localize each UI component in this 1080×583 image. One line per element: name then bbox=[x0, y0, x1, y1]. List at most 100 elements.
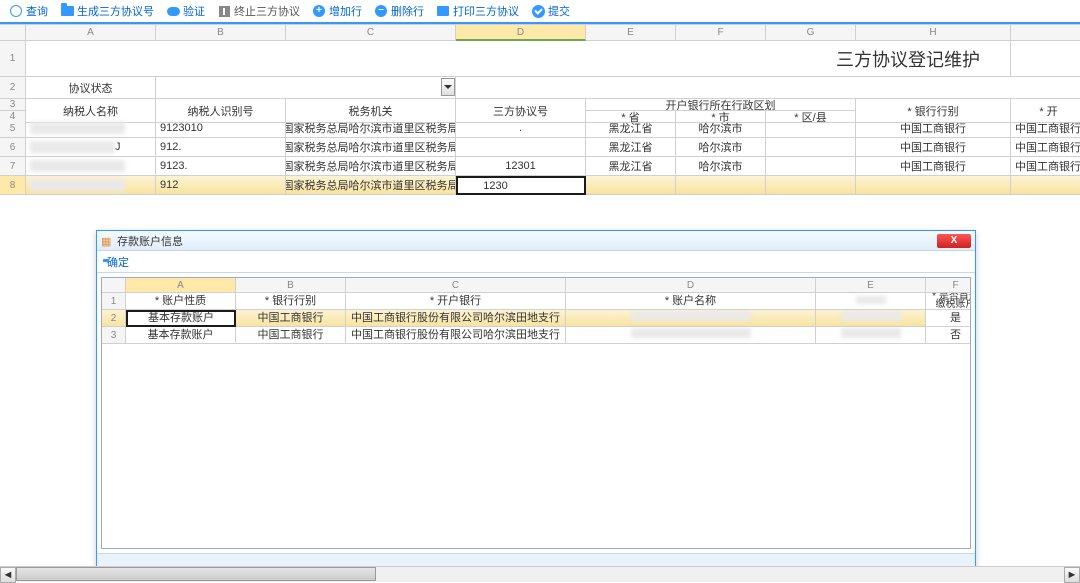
scroll-right-button[interactable]: ► bbox=[1064, 567, 1080, 583]
modal-row-header[interactable]: 2 bbox=[102, 310, 126, 327]
cell-district[interactable] bbox=[766, 157, 856, 176]
row-header[interactable]: 5 bbox=[0, 119, 26, 138]
cell-bank-type[interactable]: 中国工商银行 bbox=[856, 138, 1011, 157]
col-header[interactable]: B bbox=[156, 25, 286, 41]
cell-bank-type[interactable] bbox=[856, 176, 1011, 195]
cell-tax-authority[interactable]: 国家税务总局哈尔滨市道里区税务局 bbox=[286, 176, 456, 195]
mcell-no[interactable] bbox=[816, 327, 926, 344]
verify-button[interactable]: 验证 bbox=[161, 3, 210, 19]
col-header[interactable]: G bbox=[766, 25, 856, 41]
cell-tax-authority[interactable]: 国家税务总局哈尔滨市道里区税务局 bbox=[286, 157, 456, 176]
cell-taxpayer-id[interactable]: 912 bbox=[156, 176, 286, 195]
cell-open[interactable]: 中国工商银行 bbox=[1011, 157, 1080, 176]
cell-district[interactable] bbox=[766, 176, 856, 195]
cell-province[interactable]: 黑龙江省 bbox=[586, 138, 676, 157]
cell-open[interactable]: 中国工商银行 bbox=[1011, 138, 1080, 157]
modal-col-header[interactable]: D bbox=[566, 278, 816, 293]
dialog-title: 存款账户信息 bbox=[117, 233, 183, 249]
confirm-button[interactable]: 确定 bbox=[107, 254, 129, 270]
modal-corner[interactable] bbox=[102, 278, 126, 293]
scroll-thumb[interactable] bbox=[16, 567, 376, 581]
modal-col-header[interactable]: E bbox=[816, 278, 926, 293]
terminate-button[interactable]: 终止三方协议 bbox=[212, 3, 305, 19]
cell-agreement-no[interactable] bbox=[456, 138, 586, 157]
mcell-pref[interactable]: 否 bbox=[926, 327, 971, 344]
select-all-corner[interactable] bbox=[0, 25, 26, 41]
mcell-btype[interactable]: 中国工商银行 bbox=[236, 310, 346, 327]
col-header[interactable]: H bbox=[856, 25, 1011, 41]
cell-taxpayer-name[interactable] bbox=[26, 157, 156, 176]
cell-bank-type[interactable]: 中国工商银行 bbox=[856, 157, 1011, 176]
dialog-titlebar[interactable]: ▦ 存款账户信息 X bbox=[97, 231, 975, 251]
cell-district[interactable] bbox=[766, 119, 856, 138]
delete-row-button[interactable]: –删除行 bbox=[369, 3, 429, 19]
mcell-name[interactable] bbox=[566, 327, 816, 344]
cell-agreement-no[interactable]: 1230 bbox=[456, 176, 586, 195]
modal-row-header[interactable]: 3 bbox=[102, 327, 126, 344]
modal-row-header[interactable]: 1 bbox=[102, 293, 126, 310]
cell-province[interactable]: 黑龙江省 bbox=[586, 157, 676, 176]
refresh-icon bbox=[9, 4, 23, 18]
cell-city[interactable]: 哈尔滨市 bbox=[676, 138, 766, 157]
col-header[interactable] bbox=[1011, 25, 1080, 41]
mcell-name[interactable] bbox=[566, 310, 816, 327]
account-info-dialog: ▦ 存款账户信息 X 确定 ABCDEF1* 账户性质* 银行行别* 开户银行*… bbox=[96, 230, 976, 570]
print-icon bbox=[436, 4, 450, 18]
cell-agreement-no[interactable]: 12301 bbox=[456, 157, 586, 176]
add-row-button[interactable]: +增加行 bbox=[307, 3, 367, 19]
col-header[interactable]: D bbox=[456, 25, 586, 41]
col-header[interactable]: F bbox=[676, 25, 766, 41]
cell-agreement-no[interactable]: . bbox=[456, 119, 586, 138]
cell-district[interactable] bbox=[766, 138, 856, 157]
modal-col-header[interactable]: F bbox=[926, 278, 971, 293]
check-icon bbox=[531, 4, 545, 18]
cell-taxpayer-name[interactable]: J bbox=[26, 138, 156, 157]
dropdown-icon[interactable] bbox=[441, 78, 455, 96]
scroll-track[interactable] bbox=[16, 567, 1064, 582]
col-header[interactable]: E bbox=[586, 25, 676, 41]
cell-open[interactable] bbox=[1011, 176, 1080, 195]
dialog-statusbar bbox=[97, 553, 975, 567]
cell-tax-authority[interactable]: 国家税务总局哈尔滨市道里区税务局 bbox=[286, 119, 456, 138]
modal-col-header[interactable]: A bbox=[126, 278, 236, 293]
generate-agreement-button[interactable]: 生成三方协议号 bbox=[55, 3, 159, 19]
cell-city[interactable]: 哈尔滨市 bbox=[676, 157, 766, 176]
account-grid[interactable]: ABCDEF1* 账户性质* 银行行别* 开户银行* 账户名称* 是否首选缴税账… bbox=[101, 277, 971, 549]
cell-open[interactable]: 中国工商银行 bbox=[1011, 119, 1080, 138]
print-button[interactable]: 打印三方协议 bbox=[431, 3, 524, 19]
modal-col-header[interactable]: B bbox=[236, 278, 346, 293]
row-header[interactable]: 6 bbox=[0, 138, 26, 157]
scroll-left-button[interactable]: ◄ bbox=[0, 567, 16, 583]
cell-taxpayer-id[interactable]: 9123010 bbox=[156, 119, 286, 138]
mcell-no[interactable] bbox=[816, 310, 926, 327]
mcell-pref[interactable]: 是 bbox=[926, 310, 971, 327]
close-button[interactable]: X bbox=[937, 234, 971, 248]
row-header[interactable]: 8 bbox=[0, 176, 26, 195]
submit-button[interactable]: 提交 bbox=[526, 3, 575, 19]
cell-taxpayer-name[interactable] bbox=[26, 119, 156, 138]
mcell-nature[interactable]: 基本存款账户 bbox=[126, 310, 236, 327]
cell-bank-type[interactable]: 中国工商银行 bbox=[856, 119, 1011, 138]
mcell-bank[interactable]: 中国工商银行股份有限公司哈尔滨田地支行 bbox=[346, 310, 566, 327]
col-header[interactable]: C bbox=[286, 25, 456, 41]
row-header[interactable]: 1 bbox=[0, 41, 26, 77]
cell-city[interactable]: 哈尔滨市 bbox=[676, 119, 766, 138]
mcell-bank[interactable]: 中国工商银行股份有限公司哈尔滨田地支行 bbox=[346, 327, 566, 344]
cell-province[interactable] bbox=[586, 176, 676, 195]
row-header[interactable]: 2 bbox=[0, 77, 26, 99]
cell-taxpayer-name[interactable] bbox=[26, 176, 156, 195]
mcell-nature[interactable]: 基本存款账户 bbox=[126, 327, 236, 344]
cell-tax-authority[interactable]: 国家税务总局哈尔滨市道里区税务局 bbox=[286, 138, 456, 157]
query-button[interactable]: 查询 bbox=[4, 3, 53, 19]
mcell-btype[interactable]: 中国工商银行 bbox=[236, 327, 346, 344]
cell-province[interactable]: 黑龙江省 bbox=[586, 119, 676, 138]
col-header[interactable]: A bbox=[26, 25, 156, 41]
horizontal-scrollbar[interactable]: ◄ ► bbox=[0, 566, 1080, 582]
status-dropdown[interactable] bbox=[156, 77, 456, 99]
cell-taxpayer-id[interactable]: 912. bbox=[156, 138, 286, 157]
row-header[interactable]: 3 bbox=[0, 99, 26, 111]
cell-city[interactable] bbox=[676, 176, 766, 195]
modal-col-header[interactable]: C bbox=[346, 278, 566, 293]
cell-taxpayer-id[interactable]: 9123. bbox=[156, 157, 286, 176]
row-header[interactable]: 7 bbox=[0, 157, 26, 176]
